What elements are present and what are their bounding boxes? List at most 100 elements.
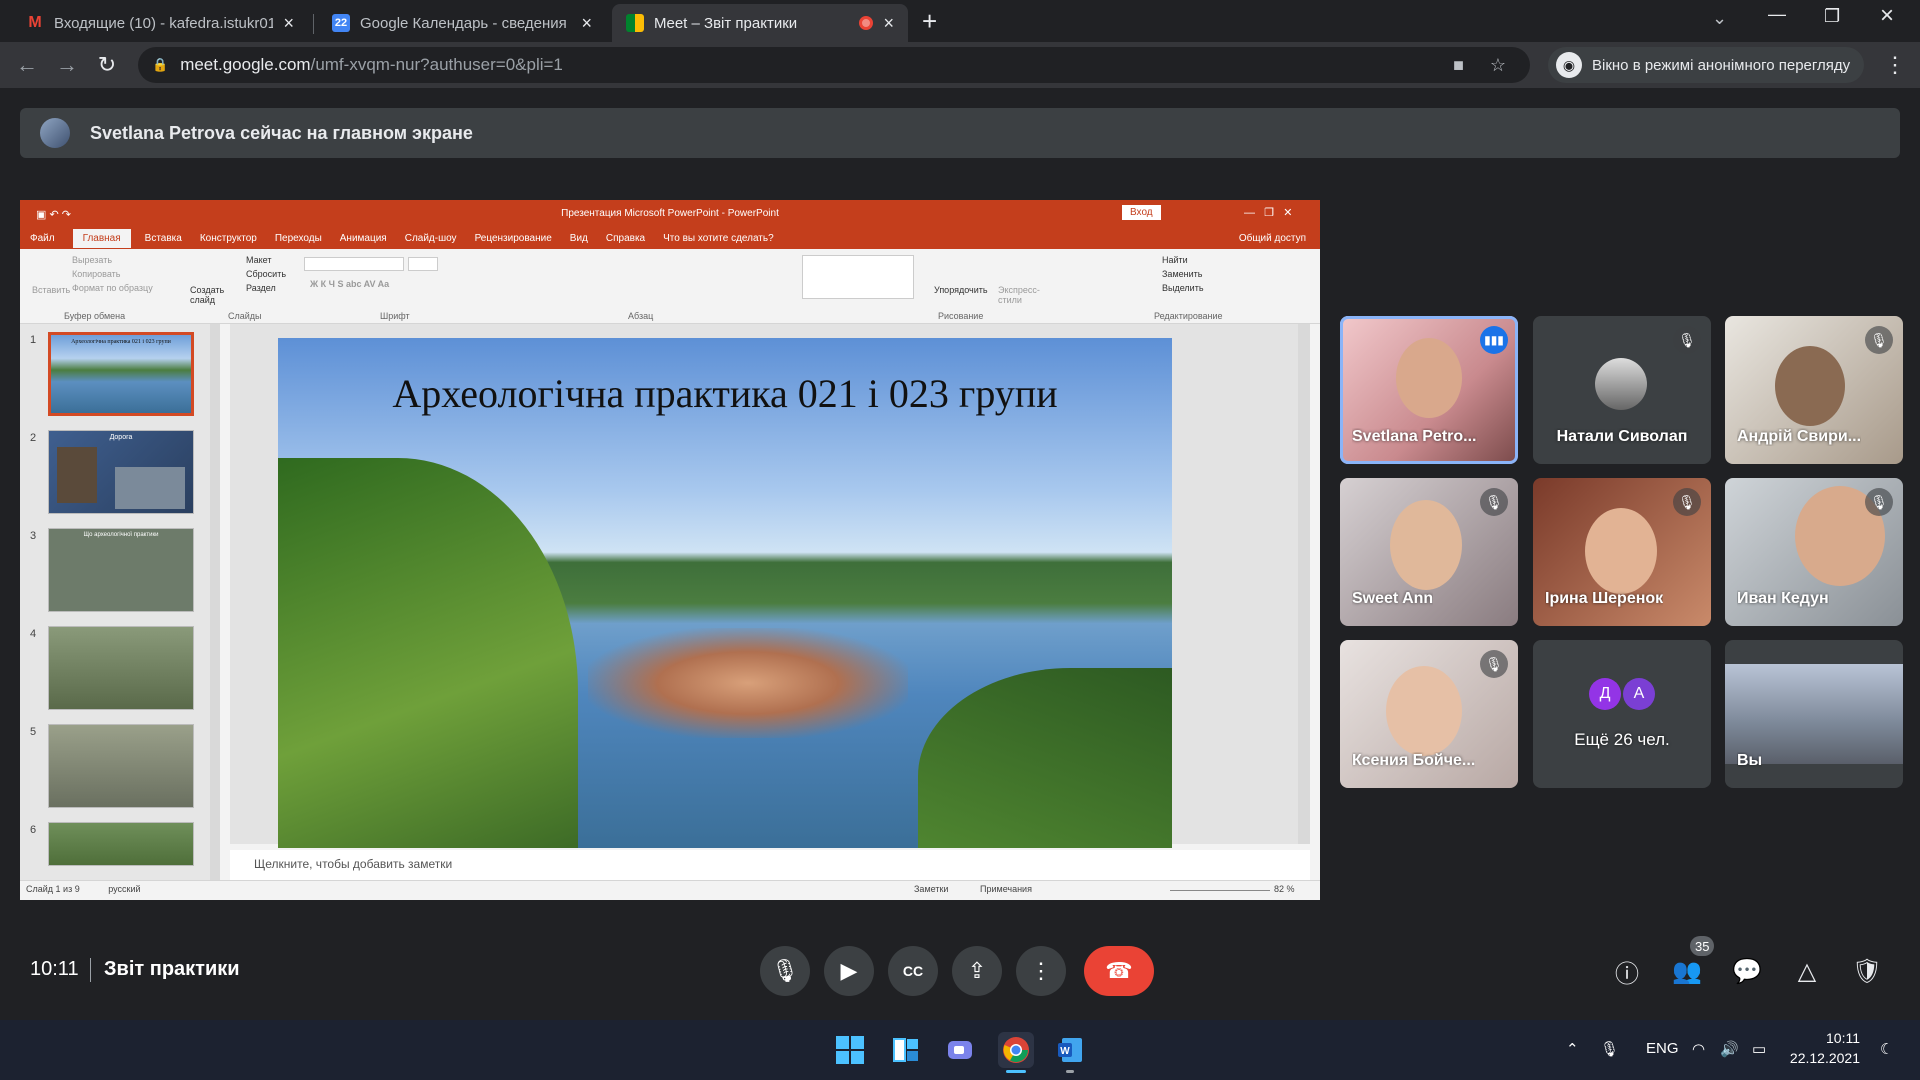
- current-slide[interactable]: Археологічна практика 021 і 023 групи: [278, 338, 1172, 848]
- volume-icon[interactable]: 🔊: [1720, 1040, 1739, 1058]
- slide-thumbnail[interactable]: [48, 724, 194, 808]
- slide-thumbnail[interactable]: [48, 822, 194, 866]
- ribbon-tab[interactable]: Рецензирование: [475, 233, 552, 244]
- host-controls-icon[interactable]: 🛡: [1852, 956, 1882, 986]
- format-painter-button[interactable]: Формат по образцу: [72, 283, 153, 293]
- minimize-icon[interactable]: —: [1768, 4, 1786, 25]
- wifi-icon[interactable]: ◠: [1692, 1040, 1705, 1058]
- quick-styles-button[interactable]: Экспресс-стили: [998, 285, 1040, 305]
- close-tab-icon[interactable]: ×: [883, 13, 894, 34]
- font-size-field[interactable]: [408, 257, 438, 271]
- restore-icon[interactable]: ❐: [1824, 6, 1840, 27]
- slide-scrollbar[interactable]: [1298, 324, 1310, 844]
- new-slide-button[interactable]: Создать слайд: [190, 285, 230, 305]
- participant-tile[interactable]: 🎙 Натали Сиволап: [1533, 316, 1711, 464]
- start-button[interactable]: [832, 1032, 868, 1068]
- reset-button[interactable]: Сбросить: [246, 269, 286, 279]
- bookmark-star-icon[interactable]: ☆: [1490, 55, 1506, 76]
- meeting-info-icon[interactable]: ⓘ: [1612, 956, 1642, 988]
- url-host: meet.google.com: [180, 55, 311, 74]
- widgets-button[interactable]: [888, 1032, 924, 1068]
- more-options-button[interactable]: ⋮: [1016, 946, 1066, 996]
- focus-assist-icon[interactable]: ☾: [1880, 1040, 1893, 1058]
- participant-tile[interactable]: 🎙 Иван Кедун: [1725, 478, 1903, 626]
- participant-tile[interactable]: ▮▮▮ Svetlana Petro...: [1340, 316, 1518, 464]
- menu-kebab-icon[interactable]: ⋮: [1884, 52, 1906, 78]
- self-tile[interactable]: Вы: [1725, 640, 1903, 788]
- end-call-button[interactable]: ☎: [1084, 946, 1154, 996]
- activities-icon[interactable]: △: [1792, 956, 1822, 986]
- close-window-icon[interactable]: ×: [1880, 2, 1894, 30]
- find-button[interactable]: Найти: [1162, 255, 1188, 265]
- zoom-slider[interactable]: [1170, 890, 1270, 891]
- taskbar-time[interactable]: 10:11: [1800, 1030, 1860, 1046]
- address-bar[interactable]: 🔒 meet.google.com/umf-xvqm-nur?authuser=…: [138, 47, 1530, 83]
- reload-icon[interactable]: ↻: [92, 50, 122, 80]
- arrange-button[interactable]: Упорядочить: [934, 285, 988, 295]
- close-tab-icon[interactable]: ×: [581, 13, 592, 34]
- notes-pane[interactable]: Щелкните, чтобы добавить заметки: [230, 850, 1310, 880]
- bold-icon[interactable]: Ж К Ч S abc AV Aa: [310, 279, 389, 289]
- chat-icon[interactable]: 💬: [1732, 956, 1762, 986]
- new-tab-icon[interactable]: +: [922, 6, 937, 37]
- teams-chat-button[interactable]: [942, 1032, 978, 1068]
- participant-tile[interactable]: 🎙 Ірина Шеренок: [1533, 478, 1711, 626]
- participant-tile[interactable]: 🎙 Ксения Бойче...: [1340, 640, 1518, 788]
- ribbon-tab[interactable]: Вид: [570, 233, 588, 244]
- captions-button[interactable]: CC: [888, 946, 938, 996]
- ppt-window-controls[interactable]: — ❐ ✕: [1244, 206, 1292, 219]
- ribbon-tab[interactable]: Файл: [30, 233, 55, 244]
- tab-gmail[interactable]: M Входящие (10) - kafedra.istukr01 ×: [12, 4, 308, 42]
- word-taskbar-button[interactable]: W: [1052, 1032, 1088, 1073]
- back-icon[interactable]: ←: [12, 50, 42, 80]
- layout-button[interactable]: Макет: [246, 255, 271, 265]
- section-button[interactable]: Раздел: [246, 283, 276, 293]
- participant-tile[interactable]: 🎙 Sweet Ann: [1340, 478, 1518, 626]
- tab-meet[interactable]: Meet – Звіт практики ×: [612, 4, 908, 42]
- chrome-taskbar-button[interactable]: [998, 1032, 1034, 1073]
- thumbnail-scrollbar[interactable]: [210, 324, 220, 880]
- signin-button[interactable]: Вход: [1122, 205, 1161, 220]
- cut-button[interactable]: Вырезать: [72, 255, 112, 265]
- replace-button[interactable]: Заменить: [1162, 269, 1202, 279]
- ribbon-tab[interactable]: Анимация: [340, 233, 387, 244]
- tray-overflow-icon[interactable]: ⌃: [1566, 1040, 1579, 1058]
- ribbon-tab[interactable]: Переходы: [275, 233, 322, 244]
- shapes-gallery[interactable]: [802, 255, 914, 299]
- slide-thumbnail[interactable]: Археологічна практика 021 і 023 групи: [48, 332, 194, 416]
- input-language[interactable]: ENG: [1646, 1040, 1679, 1057]
- camera-button[interactable]: ▶: [824, 946, 874, 996]
- ribbon-tab[interactable]: Конструктор: [200, 233, 257, 244]
- ribbon-tell-me[interactable]: Что вы хотите сделать?: [663, 233, 774, 244]
- more-participants-tile[interactable]: Д А Ещё 26 чел.: [1533, 640, 1711, 788]
- zoom-level[interactable]: 82 %: [1274, 884, 1295, 894]
- taskbar-date[interactable]: 22.12.2021: [1780, 1050, 1860, 1066]
- ribbon-tab-active[interactable]: Главная: [72, 228, 131, 248]
- slide-thumbnail[interactable]: [48, 626, 194, 710]
- ribbon-tab[interactable]: Слайд-шоу: [405, 233, 457, 244]
- ribbon-tab[interactable]: Вставка: [145, 233, 182, 244]
- present-button[interactable]: ⇪: [952, 946, 1002, 996]
- ribbon-tab[interactable]: Справка: [606, 233, 645, 244]
- comments-toggle[interactable]: Примечания: [980, 884, 1032, 894]
- close-tab-icon[interactable]: ×: [283, 13, 294, 34]
- mic-tray-icon[interactable]: 🎙: [1600, 1040, 1619, 1058]
- tab-search-icon[interactable]: ⌄: [1712, 8, 1727, 29]
- tab-calendar[interactable]: 22 Google Календарь - сведения о ×: [318, 4, 606, 42]
- notes-toggle[interactable]: Заметки: [914, 884, 948, 894]
- incognito-indicator[interactable]: ◉ Вікно в режимі анонімного перегляду: [1548, 47, 1865, 83]
- microphone-button[interactable]: 🎙: [760, 946, 810, 996]
- battery-icon[interactable]: ▭: [1752, 1040, 1766, 1058]
- present-screen-icon: ⇪: [967, 958, 987, 983]
- slide-thumbnail[interactable]: Що археологічної практики: [48, 528, 194, 612]
- select-button[interactable]: Выделить: [1162, 283, 1204, 293]
- copy-button[interactable]: Копировать: [72, 269, 120, 279]
- paste-button[interactable]: Вставить: [32, 285, 70, 295]
- share-button[interactable]: Общий доступ: [1239, 233, 1306, 244]
- camera-icon[interactable]: ■: [1453, 55, 1464, 76]
- forward-icon[interactable]: →: [52, 50, 82, 80]
- font-name-field[interactable]: [304, 257, 404, 271]
- participant-tile[interactable]: 🎙 Андрій Свири...: [1725, 316, 1903, 464]
- people-icon[interactable]: 👥: [1672, 956, 1702, 986]
- slide-thumbnail[interactable]: Дорога: [48, 430, 194, 514]
